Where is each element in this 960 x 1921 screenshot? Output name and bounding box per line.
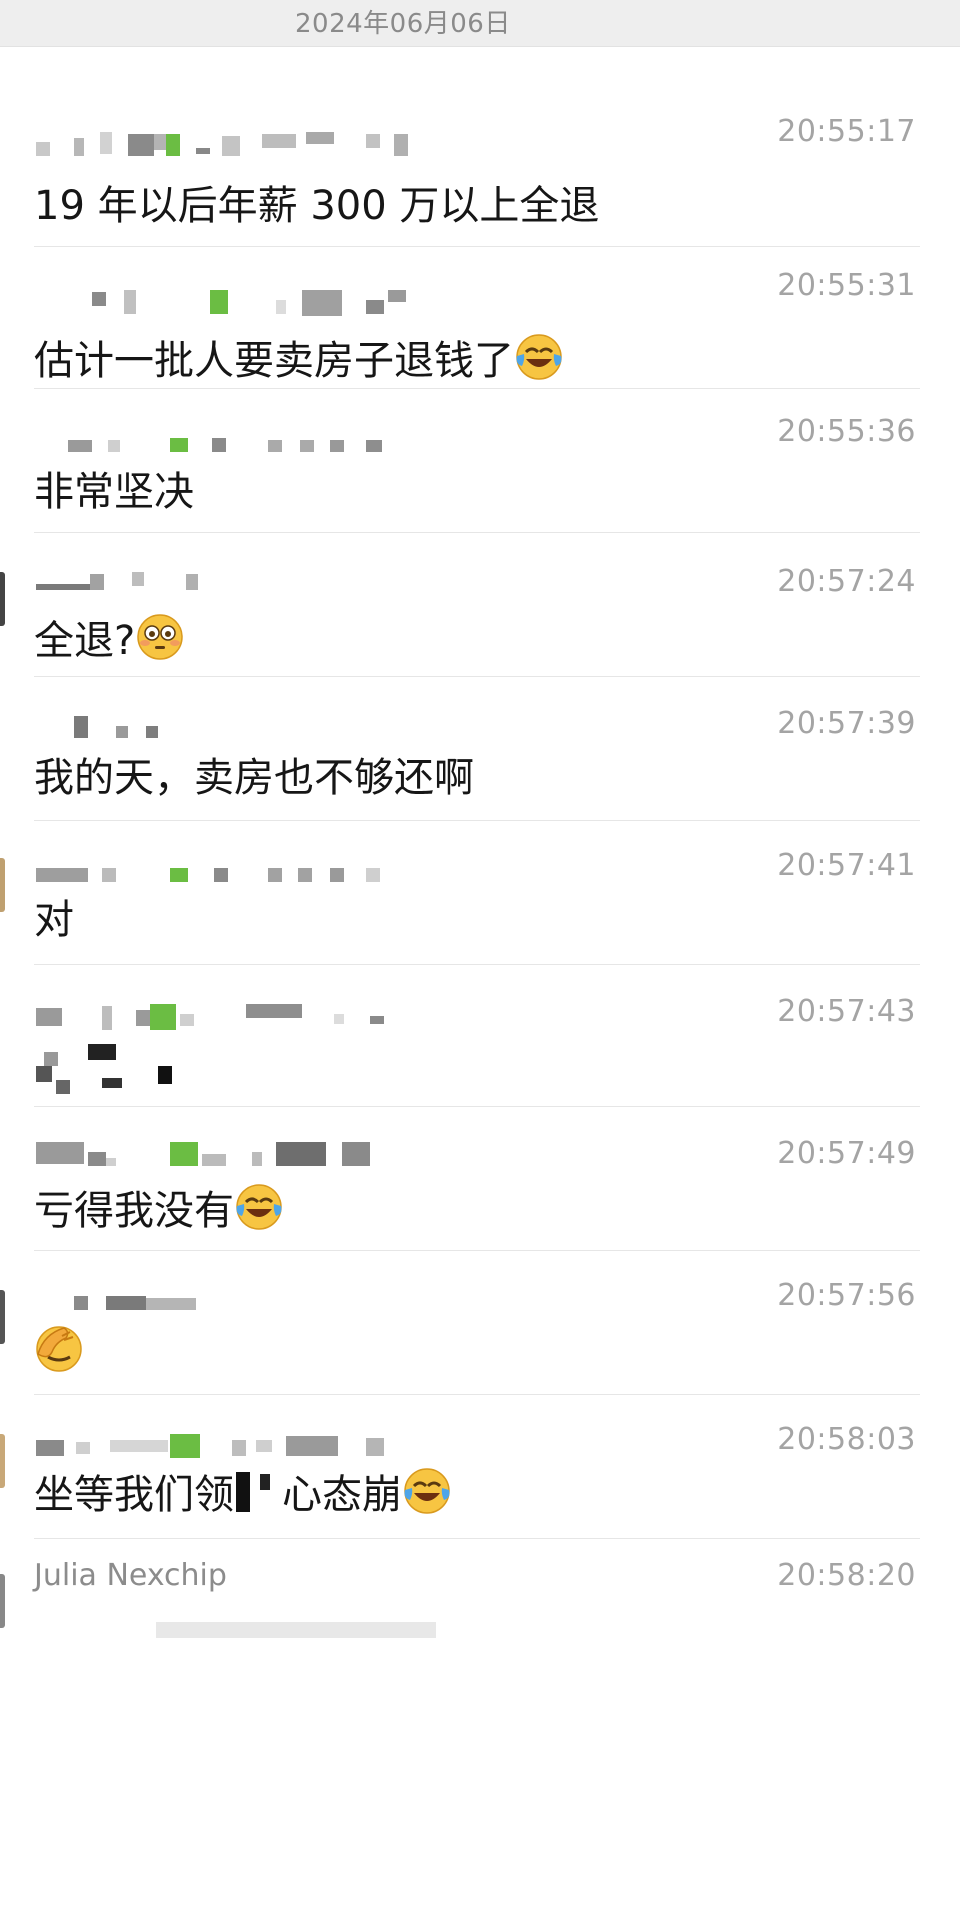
- message-text: 19 年以后年薪 300 万以上全退: [34, 183, 600, 229]
- sender-name-redacted: [36, 710, 516, 742]
- message-timestamp: 20:57:49: [777, 1136, 916, 1171]
- sender-name-redacted: [36, 858, 516, 890]
- message-text: 全退?: [34, 612, 185, 667]
- sender-name-redacted: [36, 1430, 516, 1462]
- divider: [34, 388, 920, 389]
- message-text: 非常坚决: [34, 469, 194, 515]
- divider: [34, 246, 920, 247]
- sender-name-redacted: [36, 1286, 516, 1318]
- sender-name-redacted: [36, 1002, 516, 1034]
- message-row[interactable]: 20:55:17 19 年以后年薪 300 万以上全退: [0, 76, 960, 252]
- message-timestamp: 20:55:17: [777, 114, 916, 149]
- divider: [34, 820, 920, 821]
- date-header: 2024年06月06日: [0, 0, 960, 47]
- message-timestamp: 20:57:43: [777, 994, 916, 1029]
- message-timestamp: 20:57:41: [777, 848, 916, 883]
- message-text: 亏得我没有: [34, 1182, 284, 1237]
- message-text-partial: [36, 1608, 456, 1638]
- sender-name-redacted: [36, 426, 516, 458]
- sender-name-redacted: [36, 286, 516, 318]
- chat-message-list[interactable]: 20:55:17 19 年以后年薪 300 万以上全退 20:55:31 估计一…: [0, 46, 960, 1921]
- facepalm-emoji-icon: [36, 1326, 82, 1372]
- tears-of-joy-emoji-icon: [236, 1184, 282, 1230]
- date-label: 2024年06月06日: [295, 9, 511, 39]
- message-text: 估计一批人要卖房子退钱了: [34, 332, 564, 387]
- avatar-edge: [0, 1574, 5, 1628]
- message-timestamp: 20:58:20: [777, 1558, 916, 1593]
- tears-of-joy-emoji-icon: [516, 334, 562, 380]
- message-row[interactable]: Julia Nexchip 20:58:20: [0, 1538, 960, 1658]
- tears-of-joy-emoji-icon: [404, 1468, 450, 1514]
- divider: [34, 1394, 920, 1395]
- avatar-edge: [0, 572, 5, 626]
- message-timestamp: 20:55:36: [777, 414, 916, 449]
- message-text: [34, 1324, 84, 1379]
- message-timestamp: 20:58:03: [777, 1422, 916, 1457]
- sender-name: Julia Nexchip: [34, 1558, 227, 1593]
- divider: [34, 964, 920, 965]
- divider: [34, 532, 920, 533]
- divider: [34, 1538, 920, 1539]
- avatar-edge: [0, 858, 5, 912]
- message-text-redacted: [36, 1044, 196, 1104]
- avatar-edge: [0, 1290, 5, 1344]
- message-timestamp: 20:57:56: [777, 1278, 916, 1313]
- message-text: 对: [34, 897, 74, 943]
- message-text: 坐等我们领 心态崩: [34, 1466, 452, 1521]
- message-timestamp: 20:57:24: [777, 564, 916, 599]
- redaction-block: [236, 1472, 250, 1512]
- divider: [34, 1106, 920, 1107]
- message-text: 我的天，卖房也不够还啊: [34, 755, 474, 801]
- flushed-emoji-icon: [137, 614, 183, 660]
- redaction-mark: [260, 1474, 270, 1490]
- sender-name-redacted: [36, 128, 516, 160]
- divider: [34, 676, 920, 677]
- sender-name-redacted: [36, 566, 516, 598]
- divider: [34, 1250, 920, 1251]
- message-timestamp: 20:55:31: [777, 268, 916, 303]
- sender-name-redacted: [36, 1138, 516, 1170]
- avatar-edge: [0, 1434, 5, 1488]
- message-timestamp: 20:57:39: [777, 706, 916, 741]
